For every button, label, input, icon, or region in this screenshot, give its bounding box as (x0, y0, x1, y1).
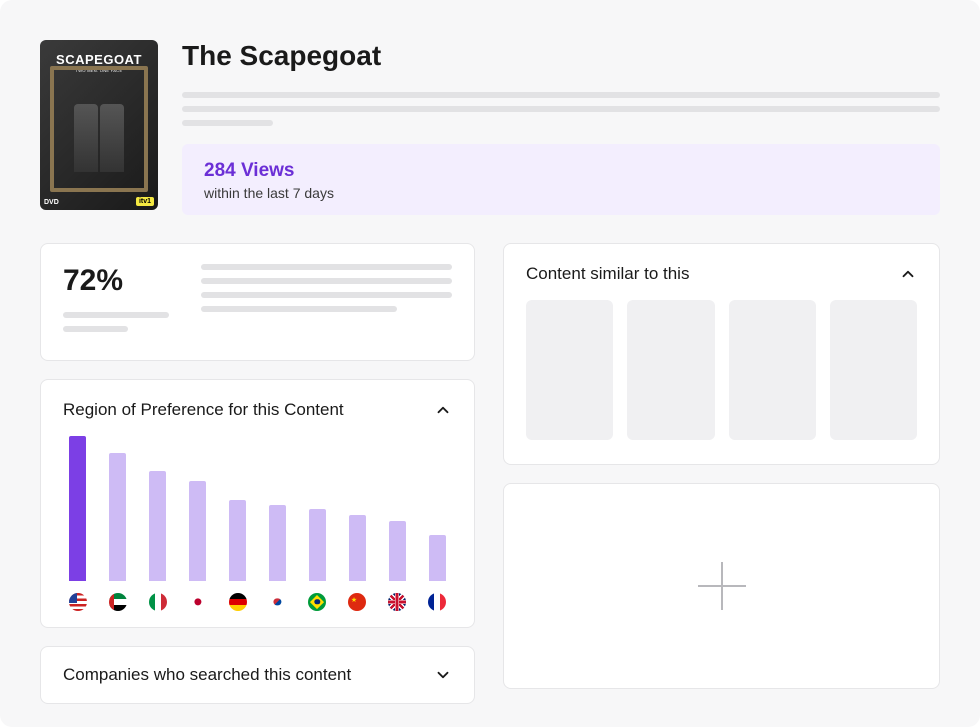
flag-fr (428, 593, 446, 611)
add-card[interactable] (503, 483, 940, 689)
stats-description-placeholder (201, 264, 452, 340)
flag-ae (109, 593, 127, 611)
chart-bar (69, 436, 86, 581)
poster-title: SCAPEGOAT (56, 52, 142, 67)
region-card: Region of Preference for this Content (40, 379, 475, 628)
dvd-label: DVD (44, 199, 59, 206)
views-card: 284 Views within the last 7 days (182, 144, 940, 215)
content-poster: SCAPEGOAT TWO MEN. ONE FACE DVD itv1 (40, 40, 158, 210)
flag-it (149, 593, 167, 611)
chevron-up-icon[interactable] (899, 265, 917, 283)
views-period: within the last 7 days (204, 185, 918, 201)
broadcaster-badge: itv1 (136, 197, 154, 206)
companies-title: Companies who searched this content (63, 665, 351, 685)
chart-bar (109, 453, 126, 581)
page-title: The Scapegoat (182, 40, 940, 72)
views-count: 284 Views (204, 160, 918, 182)
region-chart (63, 436, 452, 581)
companies-card: Companies who searched this content (40, 646, 475, 704)
similar-title: Content similar to this (526, 264, 689, 284)
chart-bar (349, 515, 366, 581)
similar-item[interactable] (526, 300, 613, 440)
chart-bar (429, 535, 446, 581)
chart-bar (389, 521, 406, 581)
chart-bar (229, 500, 246, 581)
description-placeholder (182, 92, 940, 126)
flag-jp (189, 593, 207, 611)
flag-gb (388, 593, 406, 611)
flag-us (69, 593, 87, 611)
chart-bar (189, 481, 206, 581)
flag-br (308, 593, 326, 611)
similar-card: Content similar to this (503, 243, 940, 465)
flag-cn (348, 593, 366, 611)
region-flags (63, 593, 452, 611)
flag-kr (268, 593, 286, 611)
flag-de (229, 593, 247, 611)
plus-icon (694, 558, 750, 614)
similar-item[interactable] (627, 300, 714, 440)
region-title: Region of Preference for this Content (63, 400, 344, 420)
chevron-down-icon[interactable] (434, 666, 452, 684)
chevron-up-icon[interactable] (434, 401, 452, 419)
chart-bar (309, 509, 326, 581)
stats-card: 72% (40, 243, 475, 361)
chart-bar (149, 471, 166, 581)
stats-percent: 72% (63, 264, 169, 298)
similar-item[interactable] (729, 300, 816, 440)
chart-bar (269, 505, 286, 581)
similar-item[interactable] (830, 300, 917, 440)
